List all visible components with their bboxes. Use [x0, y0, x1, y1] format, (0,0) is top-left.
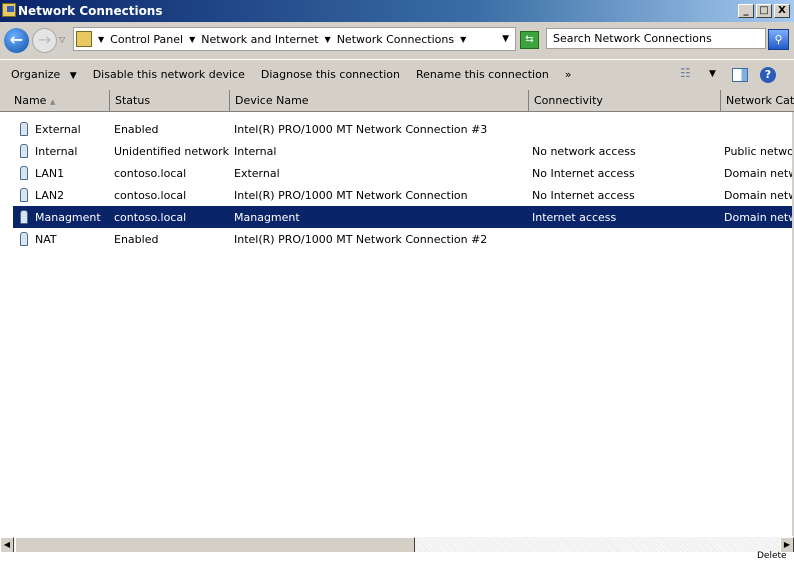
cell-name: External [35, 122, 81, 136]
cell-name: LAN2 [35, 188, 65, 202]
address-bar[interactable]: ▼ Control Panel ▼ Network and Internet ▼… [73, 27, 516, 51]
cell-network-category: Public network [724, 144, 792, 158]
help-icon[interactable]: ? [760, 67, 776, 83]
list-item[interactable]: LAN2 contoso.local Intel(R) PRO/1000 MT Ne… [13, 184, 792, 206]
forward-button[interactable]: → [32, 28, 57, 53]
cell-name: LAN1 [35, 166, 65, 180]
cell-device-name: Internal [234, 144, 277, 158]
network-adapter-icon [20, 210, 28, 224]
cell-device-name: Intel(R) PRO/1000 MT Network Connection [234, 188, 468, 202]
chevron-down-icon[interactable]: ▼ [325, 35, 331, 44]
chevron-down-icon[interactable]: ▼ [189, 35, 195, 44]
list-item[interactable]: Internal Unidentified network Internal No n… [13, 140, 792, 162]
search-icon[interactable]: ⚲ [768, 29, 789, 50]
preview-pane-icon[interactable] [732, 68, 748, 82]
disable-device-button[interactable]: Disable this network device [93, 68, 245, 81]
address-history-dropdown[interactable]: ▼ [502, 34, 509, 44]
chevron-down-icon[interactable]: ▼ [460, 35, 466, 44]
list-item[interactable]: Managment contoso.local Managment Internet … [13, 206, 792, 228]
organize-button[interactable]: Organize ▼ [11, 68, 77, 81]
cell-connectivity: No Internet access [532, 188, 635, 202]
cell-status: contoso.local [114, 188, 187, 202]
cell-device-name: Intel(R) PRO/1000 MT Network Connection … [234, 232, 488, 246]
cell-name: Internal [35, 144, 78, 158]
title-bar: Network Connections _ □ X [0, 0, 794, 22]
network-adapter-icon [20, 166, 28, 180]
cell-status: Unidentified network [114, 144, 230, 158]
refresh-icon[interactable]: ⇆ [520, 31, 539, 49]
views-icon[interactable]: ☷ [680, 66, 691, 80]
window-title: Network Connections [18, 4, 163, 18]
command-bar: Organize ▼ Disable this network device D… [0, 59, 794, 89]
list-item[interactable]: External Enabled Intel(R) PRO/1000 MT Netw… [13, 118, 792, 140]
breadcrumb-control-panel[interactable]: Control Panel [110, 33, 183, 46]
column-connectivity[interactable]: Connectivity [529, 90, 721, 112]
rename-button[interactable]: Rename this connection [416, 68, 549, 81]
back-button[interactable]: ← [4, 28, 29, 53]
maximize-button[interactable]: □ [756, 4, 772, 18]
network-connections-icon [2, 3, 16, 17]
background-window [0, 552, 794, 561]
chevron-down-icon[interactable]: ▼ [98, 35, 104, 44]
minimize-button[interactable]: _ [738, 4, 754, 18]
search-input[interactable]: Search Network Connections [546, 28, 766, 49]
cell-device-name: External [234, 166, 280, 180]
column-name[interactable]: Name ▲ [0, 90, 110, 112]
list-item[interactable]: LAN1 contoso.local External No Internet acc… [13, 162, 792, 184]
recent-pages-dropdown[interactable]: ▽ [59, 35, 65, 44]
scrollbar-thumb[interactable] [15, 537, 415, 553]
network-folder-icon [76, 31, 92, 47]
column-status[interactable]: Status [110, 90, 230, 112]
cell-device-name: Managment [234, 210, 300, 224]
column-device-name[interactable]: Device Name [230, 90, 529, 112]
chevron-down-icon: ▼ [69, 71, 77, 81]
network-adapter-icon [20, 188, 28, 202]
cell-network-category: Domain network [724, 188, 792, 202]
cell-connectivity: No network access [532, 144, 636, 158]
cell-status: Enabled [114, 232, 159, 246]
cell-connectivity: Internet access [532, 210, 617, 224]
cell-status: Enabled [114, 122, 159, 136]
horizontal-scrollbar[interactable]: ◀ ▶ [0, 536, 794, 553]
breadcrumb-network-connections[interactable]: Network Connections [337, 33, 454, 46]
cell-connectivity: No Internet access [532, 166, 635, 180]
breadcrumb-network-and-internet[interactable]: Network and Internet [201, 33, 318, 46]
cell-status: contoso.local [114, 210, 187, 224]
background-delete-label: Delete [757, 551, 787, 561]
column-header: Name ▲ Status Device Name Connectivity N… [0, 90, 794, 112]
diagnose-button[interactable]: Diagnose this connection [261, 68, 400, 81]
more-commands-button[interactable]: » [565, 68, 572, 81]
column-name-label: Name [14, 94, 47, 107]
list-item[interactable]: NAT Enabled Intel(R) PRO/1000 MT Network C… [13, 228, 792, 250]
organize-label: Organize [11, 68, 61, 81]
sort-ascending-icon: ▲ [49, 98, 56, 106]
column-network-category[interactable]: Network Cate [721, 90, 794, 112]
network-adapter-icon [20, 232, 28, 246]
cell-network-category: Domain network [724, 166, 792, 180]
cell-status: contoso.local [114, 166, 187, 180]
navigation-bar: ← → ▽ ▼ Control Panel ▼ Network and Inte… [0, 23, 794, 58]
cell-name: Managment [35, 210, 101, 224]
connections-list: External Enabled Intel(R) PRO/1000 MT Netw… [0, 112, 792, 536]
cell-name: NAT [35, 232, 57, 246]
close-button[interactable]: X [774, 4, 790, 18]
scroll-left-icon[interactable]: ◀ [0, 537, 14, 553]
network-adapter-icon [20, 144, 28, 158]
cell-network-category: Domain network [724, 210, 792, 224]
views-dropdown-icon[interactable]: ▼ [709, 69, 716, 79]
network-adapter-icon [20, 122, 28, 136]
cell-device-name: Intel(R) PRO/1000 MT Network Connection … [234, 122, 488, 136]
